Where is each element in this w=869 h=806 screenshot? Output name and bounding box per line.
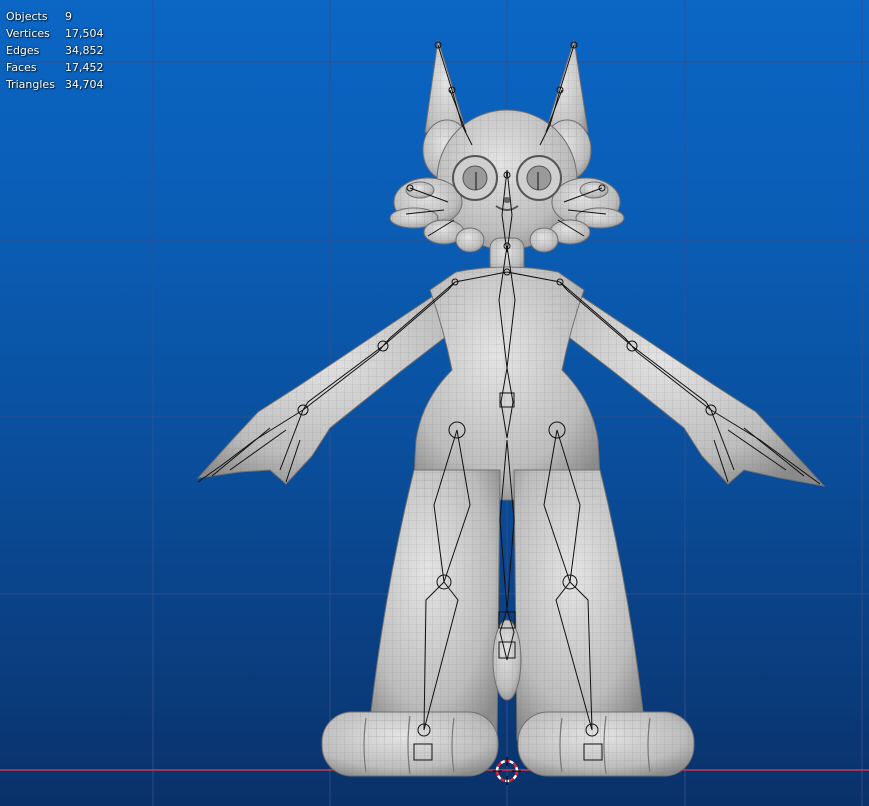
stat-value: 9 [65, 10, 72, 23]
stat-label: Edges [6, 44, 40, 57]
stat-label: Faces [6, 61, 37, 74]
scene-statistics-overlay: Objects 9 Vertices 17,504 Edges 34,852 F… [6, 8, 104, 93]
stat-label: Objects [6, 10, 48, 23]
stat-value: 34,852 [65, 44, 104, 57]
stat-row-objects: Objects 9 [6, 8, 104, 25]
stat-row-edges: Edges 34,852 [6, 42, 104, 59]
viewport-scene [0, 0, 869, 806]
stat-row-triangles: Triangles 34,704 [6, 76, 104, 93]
stat-label: Vertices [6, 27, 50, 40]
stat-value: 17,504 [65, 27, 104, 40]
stat-value: 34,704 [65, 78, 104, 91]
stat-value: 17,452 [65, 61, 104, 74]
3d-viewport[interactable]: Objects 9 Vertices 17,504 Edges 34,852 F… [0, 0, 869, 806]
character-mesh[interactable] [197, 39, 825, 777]
stat-row-vertices: Vertices 17,504 [6, 25, 104, 42]
stat-label: Triangles [6, 78, 55, 91]
stat-row-faces: Faces 17,452 [6, 59, 104, 76]
